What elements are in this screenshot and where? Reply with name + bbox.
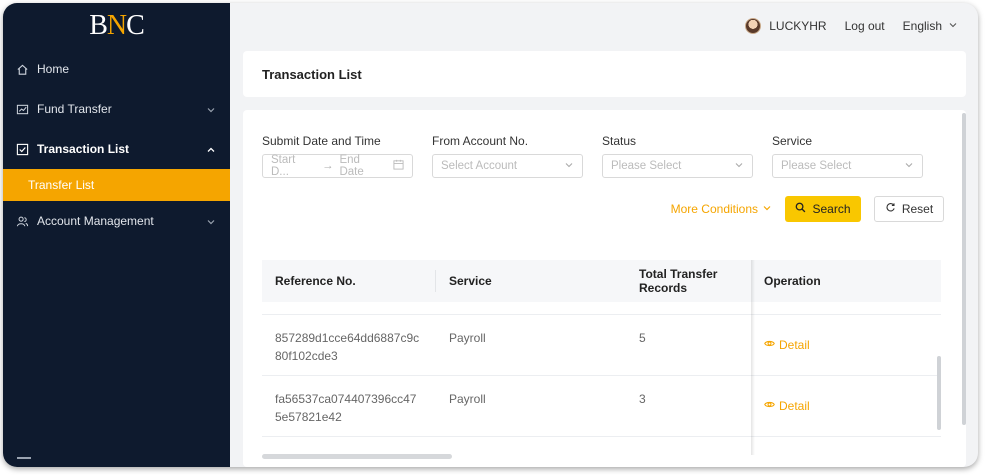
checkbox-icon <box>15 142 29 156</box>
chevron-down-icon <box>206 104 216 114</box>
search-icon <box>795 202 806 216</box>
transactions-table: Reference No. Service Total Transfer Rec… <box>262 260 941 437</box>
filter-bar: Submit Date and Time Start D... → End Da… <box>262 134 923 178</box>
home-icon <box>15 62 29 76</box>
service-select[interactable]: Please Select <box>772 154 923 178</box>
account-filter-label: From Account No. <box>432 134 529 148</box>
service-filter-label: Service <box>772 134 813 148</box>
chevron-down-icon <box>762 202 772 216</box>
collapse-menu-icon[interactable] <box>17 457 31 463</box>
chevron-up-icon <box>206 144 216 154</box>
sidebar-item-label: Account Management <box>37 214 154 228</box>
sidebar-menu: Home Fund Transfer Transaction List Tran… <box>3 49 230 241</box>
sidebar: BNC Home Fund Transfer Transaction List … <box>3 3 230 467</box>
language-label: English <box>902 18 942 33</box>
table-horizontal-scrollbar[interactable] <box>262 454 452 459</box>
username: LUCKYHR <box>769 18 827 33</box>
app-window: BNC Home Fund Transfer Transaction List … <box>3 3 978 467</box>
table-row: 857289d1cce64dd6887c9c80f102cde3 Payroll… <box>262 315 941 376</box>
more-conditions-label: More Conditions <box>670 202 758 216</box>
detail-link[interactable]: Detail <box>764 397 810 415</box>
sidebar-item-label: Fund Transfer <box>37 102 112 116</box>
sidebar-subitem-transfer-list[interactable]: Transfer List <box>3 169 230 201</box>
table-header: Reference No. Service Total Transfer Rec… <box>262 260 941 302</box>
sidebar-item-label: Home <box>37 62 70 76</box>
chart-icon <box>15 102 29 116</box>
end-date-input[interactable]: End Date <box>339 154 387 178</box>
arrow-right-icon: → <box>321 160 334 172</box>
status-filter: Status Please Select <box>602 134 753 178</box>
sidebar-item-home[interactable]: Home <box>3 49 230 89</box>
chevron-down-icon <box>564 160 574 173</box>
reference-cell: fa56537ca074407396cc475e57821e42 <box>275 392 417 424</box>
start-date-input[interactable]: Start D... <box>271 154 316 178</box>
page-title: Transaction List <box>262 66 362 82</box>
avatar <box>745 17 762 34</box>
chevron-down-icon <box>904 160 914 173</box>
calendar-icon <box>393 159 404 173</box>
table-vertical-scrollbar[interactable] <box>937 356 941 430</box>
search-button[interactable]: Search <box>785 196 861 222</box>
page-title-card: Transaction List <box>243 51 966 97</box>
sidebar-subitem-label: Transfer List <box>28 178 95 192</box>
language-select[interactable]: English <box>903 19 958 33</box>
service-cell: Payroll <box>449 331 486 345</box>
service-select-placeholder: Please Select <box>781 160 852 172</box>
detail-link[interactable]: Detail <box>764 336 810 354</box>
chevron-down-icon <box>734 160 744 173</box>
column-header-operation[interactable]: Operation <box>751 260 941 302</box>
table-row: fa56537ca074407396cc475e57821e42 Payroll… <box>262 376 941 437</box>
status-select[interactable]: Please Select <box>602 154 753 178</box>
users-icon <box>15 214 29 228</box>
date-filter-label: Submit Date and Time <box>262 134 381 148</box>
detail-link-label: Detail <box>779 399 810 413</box>
detail-link-label: Detail <box>779 338 810 352</box>
logout-link[interactable]: Log out <box>845 19 885 33</box>
sidebar-item-transaction-list[interactable]: Transaction List <box>3 129 230 169</box>
date-range-picker[interactable]: Start D... → End Date <box>262 154 413 178</box>
search-button-label: Search <box>812 202 851 216</box>
sidebar-item-fund-transfer[interactable]: Fund Transfer <box>3 89 230 129</box>
filter-actions: More Conditions Search Reset <box>671 196 944 222</box>
sidebar-item-account-management[interactable]: Account Management <box>3 201 230 241</box>
chevron-down-icon <box>206 216 216 226</box>
operation-cell: Detail <box>751 376 941 436</box>
account-select[interactable]: Select Account <box>432 154 583 178</box>
status-filter-label: Status <box>602 134 637 148</box>
table-spacer <box>262 302 941 315</box>
reference-cell: 857289d1cce64dd6887c9c80f102cde3 <box>275 331 420 363</box>
reset-button[interactable]: Reset <box>874 196 944 222</box>
sidebar-item-label: Transaction List <box>37 142 130 156</box>
reset-button-label: Reset <box>901 202 934 216</box>
user-menu[interactable]: LUCKYHR <box>745 17 827 34</box>
chevron-down-icon <box>948 19 958 33</box>
account-select-placeholder: Select Account <box>441 160 518 172</box>
date-filter: Submit Date and Time Start D... → End Da… <box>262 134 413 178</box>
operation-cell: Detail <box>751 315 941 375</box>
column-header-service[interactable]: Service <box>436 260 626 302</box>
status-select-placeholder: Please Select <box>611 160 682 172</box>
account-filter: From Account No. Select Account <box>432 134 583 178</box>
logo-text: BNC <box>89 9 145 41</box>
eye-icon <box>764 397 775 415</box>
brand-logo[interactable]: BNC <box>3 3 230 48</box>
eye-icon <box>764 336 775 354</box>
transaction-list-panel: Submit Date and Time Start D... → End Da… <box>243 110 966 467</box>
reset-icon <box>885 202 896 216</box>
records-cell: 5 <box>639 331 646 345</box>
top-header: LUCKYHR Log out English <box>230 3 978 48</box>
column-header-reference[interactable]: Reference No. <box>262 260 436 302</box>
column-header-total-records[interactable]: Total Transfer Records <box>626 260 751 302</box>
service-filter: Service Please Select <box>772 134 923 178</box>
records-cell: 3 <box>639 392 646 406</box>
fixed-column-shadow <box>751 260 755 455</box>
page-scrollbar[interactable] <box>962 113 966 425</box>
service-cell: Payroll <box>449 392 486 406</box>
more-conditions-toggle[interactable]: More Conditions <box>671 202 772 216</box>
